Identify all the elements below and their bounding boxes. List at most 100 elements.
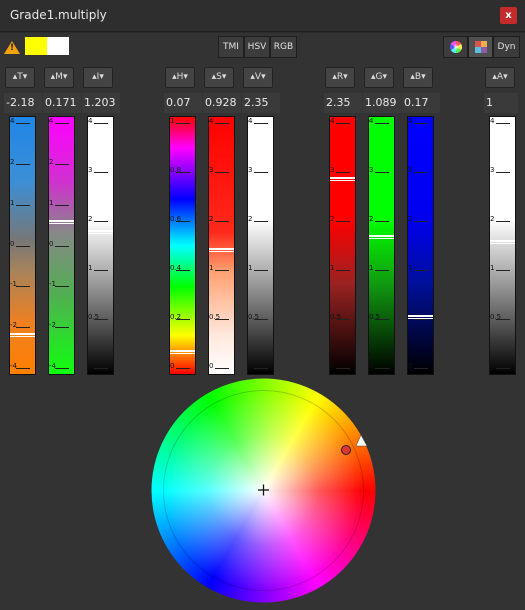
swatch-color-a[interactable] [25,37,47,55]
dyn-button[interactable]: Dyn [493,36,520,58]
tmi-mode-button[interactable]: TMI [218,36,244,58]
channel-t-menu-button[interactable]: ▴T▾ [5,67,35,88]
slider-tick-mark [55,205,69,206]
channel-a-label: A [496,72,504,82]
slider-tick-label: 4 [49,117,54,125]
channel-m-menu-button[interactable]: ▴M▾ [44,67,74,88]
channel-v-slider[interactable]: 4 3 2 1 0.5 0 [247,116,274,375]
channel-i-menu-button[interactable]: ▴I▾ [83,67,113,88]
channel-m-value[interactable]: 0.171 [43,93,81,113]
channel-a-menu-button[interactable]: ▴A▾ [485,67,515,88]
channel-s-slider[interactable]: 4 3 2 1 0.5 0 [208,116,235,375]
slider-handle[interactable] [248,177,273,181]
close-icon: x [505,10,512,21]
slider-tick-mark [94,368,108,369]
channel-s-value[interactable]: 0.928 [203,93,241,113]
channel-b-slider[interactable]: 4 3 2 1 0.5 0 [407,116,434,375]
slider-tick-label: 2 [330,215,335,223]
channel-s-menu-button[interactable]: ▴S▾ [204,67,234,88]
channel-m-slider[interactable]: 4 2 1 0 -1 -2 -4 [48,116,75,375]
slider-handle[interactable] [490,240,515,244]
slider-tick-mark [375,123,389,124]
slider-tick-label: 4 [209,117,214,125]
slider-tick-label: 1 [248,264,253,272]
channel-a-slider[interactable]: 4 3 2 1 0.5 0 [489,116,516,375]
slider-tick-mark [16,205,30,206]
close-button[interactable]: x [500,7,517,24]
slider-tick-mark [254,368,268,369]
slider-tick-label: 1 [369,264,374,272]
slider-tick-mark [375,172,389,173]
channel-b-value[interactable]: 0.17 [402,93,440,113]
channel-v-menu-button[interactable]: ▴V▾ [243,67,273,88]
slider-tick-mark [336,123,350,124]
rgb-mode-button[interactable]: RGB [270,36,297,58]
slider-tick-label: 3 [490,166,495,174]
slider-tick-label: 4 [369,117,374,125]
slider-handle[interactable] [10,333,35,337]
slider-tick-label: 1 [490,264,495,272]
slider-handle[interactable] [369,235,394,239]
slider-tick-mark [16,286,30,287]
channel-b-menu-button[interactable]: ▴B▾ [403,67,433,88]
channel-r-menu-button[interactable]: ▴R▾ [325,67,355,88]
slider-tick-mark [94,123,108,124]
slider-tick-label: 3 [369,166,374,174]
slider-tick-mark [176,270,190,271]
slider-tick-mark [16,164,30,165]
channel-g-slider[interactable]: 4 3 2 1 0.5 0 [368,116,395,375]
slider-tick-label: 4 [88,117,93,125]
channel-i-slider[interactable]: 4 3 2 1 0.5 0 [87,116,114,375]
channel-i-label: I [96,72,100,82]
slider-tick-mark [375,368,389,369]
slider-tick-mark [254,221,268,222]
slider-tick-label: 1 [209,264,214,272]
channel-r-value[interactable]: 2.35 [324,93,362,113]
channel-t-value[interactable]: -2.18 [4,93,42,113]
slider-tick-label: 2 [88,215,93,223]
slider-tick-mark [336,172,350,173]
swatch-color-b[interactable] [47,37,69,55]
channel-g-menu-button[interactable]: ▴G▾ [364,67,394,88]
slider-handle[interactable] [408,315,433,319]
channel-h-slider[interactable]: 1 0.8 0.6 0.4 0.2 0 [169,116,196,375]
channel-t-label: T [17,72,23,82]
slider-handle[interactable] [49,220,74,224]
slider-tick-mark [55,164,69,165]
channel-h-menu-button[interactable]: ▴H▾ [165,67,195,88]
slider-tick-mark [55,123,69,124]
channel-r-slider[interactable]: 4 3 2 1 0.5 0 [329,116,356,375]
channel-g-value[interactable]: 1.089 [363,93,401,113]
slider-handle[interactable] [88,230,113,234]
channel-t-slider[interactable]: 4 2 1 0 -1 -2 -4 [9,116,36,375]
color-wheel[interactable] [151,378,376,603]
slider-tick-label: 0 [408,362,413,370]
slider-tick-mark [16,246,30,247]
hue-marker[interactable] [341,445,351,455]
slider-tick-label: 4 [408,117,413,125]
palette-toggle-button[interactable] [468,36,493,58]
hsv-mode-button[interactable]: HSV [244,36,270,58]
slider-tick-mark [414,221,428,222]
color-wheel-toggle-button[interactable] [443,36,468,58]
slider-handle[interactable] [170,350,195,354]
channel-a-value[interactable]: 1 [484,93,518,113]
channel-s-label: S [216,72,222,82]
slider-tick-mark [375,270,389,271]
slider-tick-mark [176,123,190,124]
slider-tick-mark [414,123,428,124]
slider-tick-mark [215,368,229,369]
channel-h-label: H [176,72,184,82]
slider-tick-mark [94,172,108,173]
slider-handle[interactable] [209,248,234,252]
slider-handle[interactable] [330,177,355,181]
channel-i-value[interactable]: 1.203 [82,93,120,113]
slider-tick-label: 1 [88,264,93,272]
slider-tick-label: 4 [330,117,335,125]
channel-v-value[interactable]: 2.35 [242,93,280,113]
slider-tick-mark [55,286,69,287]
slider-tick-mark [215,221,229,222]
channel-h-value[interactable]: 0.07 [164,93,202,113]
slider-tick-mark [16,327,30,328]
slider-tick-mark [414,368,428,369]
